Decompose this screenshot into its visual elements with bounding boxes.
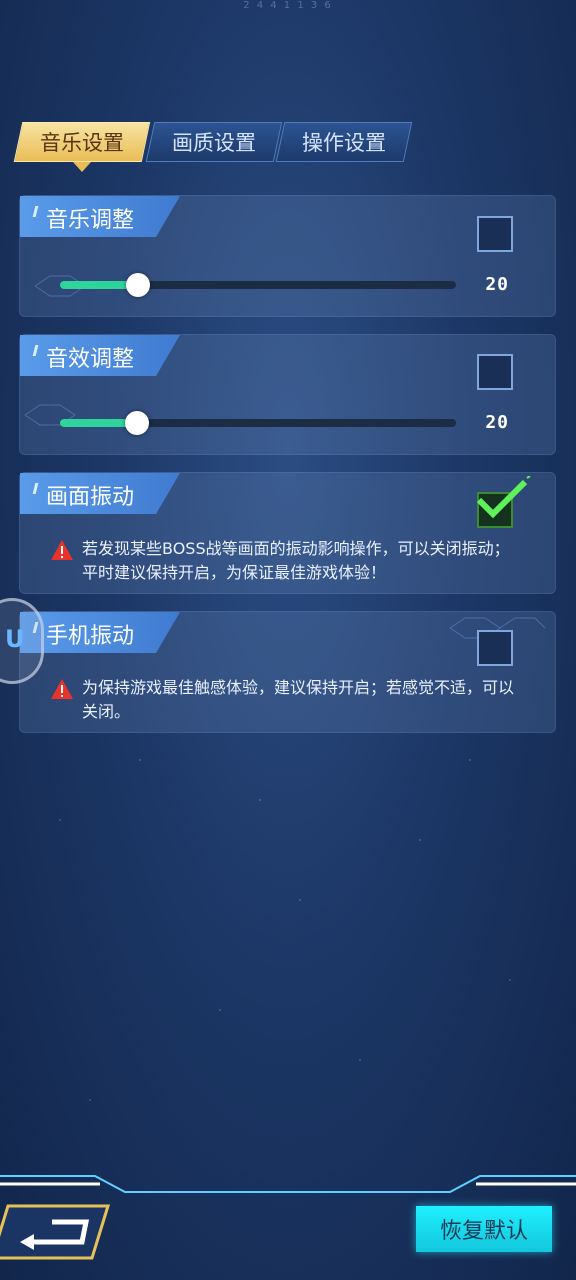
back-button[interactable] [0, 1204, 112, 1260]
card-header: 音效调整 [20, 335, 180, 376]
phone-vibration-card: 手机振动 为保持游戏最佳触感体验，建议保持开启；若感觉不适，可以关闭。 [19, 611, 556, 733]
card-header: 手机振动 [20, 612, 180, 653]
music-title: 音乐调整 [46, 208, 135, 233]
bottom-frame-decoration [0, 1175, 576, 1193]
phone-vibration-checkbox[interactable] [477, 630, 513, 666]
check-icon [476, 476, 531, 519]
tab-music-settings[interactable]: 音乐设置 [13, 122, 151, 172]
music-volume-slider[interactable] [60, 273, 456, 297]
reset-default-button[interactable]: 恢复默认 [416, 1206, 552, 1252]
sfx-volume-value: 20 [485, 412, 509, 433]
screen-shake-checkbox[interactable] [476, 476, 531, 528]
tab-control-settings[interactable]: 操作设置 [275, 122, 413, 162]
floating-assistant-button[interactable]: U [0, 598, 44, 684]
music-mute-checkbox[interactable] [477, 216, 513, 252]
top-status-text: 2 4 4 1 1 3 6 [243, 0, 333, 11]
warning-icon [51, 540, 73, 560]
card-header: 音乐调整 [20, 196, 180, 237]
warning-icon [51, 679, 73, 699]
phone-vibration-title: 手机振动 [46, 624, 135, 649]
tab-graphics-settings[interactable]: 画质设置 [145, 122, 283, 162]
warning-text: 若发现某些BOSS战等画面的振动影响操作，可以关闭振动；平时建议保持开启，为保证… [82, 539, 510, 582]
screen-shake-title: 画面振动 [46, 485, 135, 510]
floating-badge-label: U [5, 625, 25, 653]
music-card: 音乐调整 20 [19, 195, 556, 317]
phone-vibration-warning: 为保持游戏最佳触感体验，建议保持开启；若感觉不适，可以关闭。 [50, 676, 520, 724]
tab-label: 画质设置 [172, 131, 256, 155]
reset-default-label: 恢复默认 [439, 1219, 528, 1244]
screen-shake-card: 画面振动 若发现某些BOSS战等画面的振动影响操作，可以关闭振动；平时建议保持开… [19, 472, 556, 594]
music-volume-value: 20 [485, 274, 509, 295]
hex-decoration [24, 404, 76, 426]
slider-knob[interactable] [126, 273, 150, 297]
sfx-card: 音效调整 20 [19, 334, 556, 455]
tab-label: 音乐设置 [40, 131, 124, 155]
sfx-volume-slider[interactable] [60, 411, 456, 435]
warning-text: 为保持游戏最佳触感体验，建议保持开启；若感觉不适，可以关闭。 [82, 678, 515, 721]
card-header: 画面振动 [20, 473, 180, 514]
sfx-title: 音效调整 [46, 347, 135, 372]
slider-knob[interactable] [125, 411, 149, 435]
tab-label: 操作设置 [302, 131, 386, 155]
sfx-mute-checkbox[interactable] [477, 354, 513, 390]
screen-shake-warning: 若发现某些BOSS战等画面的振动影响操作，可以关闭振动；平时建议保持开启，为保证… [50, 537, 520, 585]
